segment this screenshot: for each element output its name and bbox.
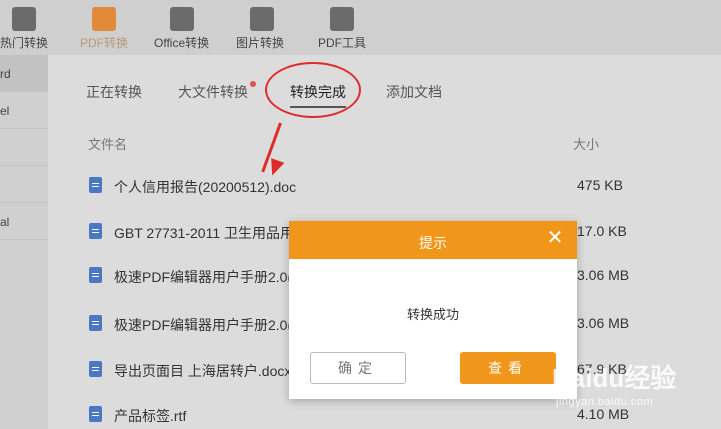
notification-dot — [250, 81, 256, 87]
file-name: 极速PDF编辑器用户手册2.0( — [114, 317, 293, 333]
file-size: 3.06 MB — [577, 267, 630, 283]
annotation-circle — [265, 62, 361, 118]
file-size: 475 KB — [577, 177, 623, 193]
sidebar-item[interactable]: rd — [0, 55, 48, 92]
toolbox-icon — [330, 7, 354, 31]
file-size: 17.0 KB — [577, 223, 627, 239]
toolbar-label: 图片转换 — [236, 36, 285, 50]
top-toolbar: 热门转换 PDF转换 Office转换 图片转换 PDF工具 — [0, 0, 721, 55]
toolbar-label: Office转换 — [154, 36, 210, 50]
file-size: 3.06 MB — [577, 315, 630, 331]
prompt-dialog: 提示 ✕ 转换成功 确定 查看 — [289, 221, 577, 399]
baidu-watermark: Baidu经验 jingyan.baidu.com — [552, 352, 717, 424]
column-header-size: 大小 — [573, 137, 600, 152]
toolbar-label: 热门转换 — [0, 36, 49, 50]
watermark-logo: Baidu经验 — [552, 363, 677, 393]
view-button[interactable]: 查看 — [460, 352, 556, 384]
file-name: 导出页面目 上海居转户.docx — [114, 363, 292, 379]
sidebar-item-label: rd — [0, 67, 11, 81]
document-icon — [89, 406, 102, 422]
office-doc-icon — [170, 7, 194, 31]
toolbar-label: PDF工具 — [318, 36, 367, 50]
file-name: 极速PDF编辑器用户手册2.0( — [114, 269, 293, 285]
document-icon — [89, 315, 102, 331]
sidebar-item-label: al — [0, 215, 10, 229]
sidebar: rd el al — [0, 55, 48, 429]
sidebar-item[interactable] — [0, 166, 48, 203]
confirm-button[interactable]: 确定 — [310, 352, 406, 384]
tab-large-file[interactable]: 大文件转换 — [178, 82, 248, 102]
sidebar-item[interactable]: al — [0, 203, 48, 240]
toolbar-item-pdftools[interactable]: PDF工具 — [314, 0, 370, 55]
document-icon — [89, 223, 102, 239]
watermark-url: jingyan.baidu.com — [556, 396, 654, 408]
image-icon — [250, 7, 274, 31]
toolbar-item-office[interactable]: Office转换 — [152, 0, 212, 55]
toolbar-item-pdf[interactable]: PDF转换 — [76, 0, 132, 55]
document-icon — [89, 177, 102, 193]
toolbar-label: PDF转换 — [80, 36, 129, 50]
toolbar-item-hot[interactable]: 热门转换 — [0, 0, 48, 55]
tab-converting[interactable]: 正在转换 — [86, 82, 142, 102]
file-name: 个人信用报告(20200512).doc — [114, 179, 297, 195]
tab-add-document[interactable]: 添加文档 — [386, 82, 442, 102]
dialog-title: 提示 — [419, 235, 447, 251]
sidebar-item-label: el — [0, 104, 10, 118]
toolbar-item-image[interactable]: 图片转换 — [234, 0, 290, 55]
column-header-name: 文件名 — [88, 137, 128, 152]
sidebar-item[interactable]: el — [0, 92, 48, 129]
document-icon — [89, 267, 102, 283]
home-icon — [12, 7, 36, 31]
sidebar-item[interactable] — [0, 129, 48, 166]
file-name: GBT 27731-2011 卫生用品用 — [114, 225, 295, 241]
pdf-icon — [92, 7, 116, 31]
dialog-header: 提示 ✕ — [289, 221, 577, 259]
document-icon — [89, 361, 102, 377]
file-name: 产品标签.rtf — [114, 408, 187, 424]
dialog-message: 转换成功 — [406, 307, 459, 322]
close-icon[interactable]: ✕ — [546, 228, 564, 248]
